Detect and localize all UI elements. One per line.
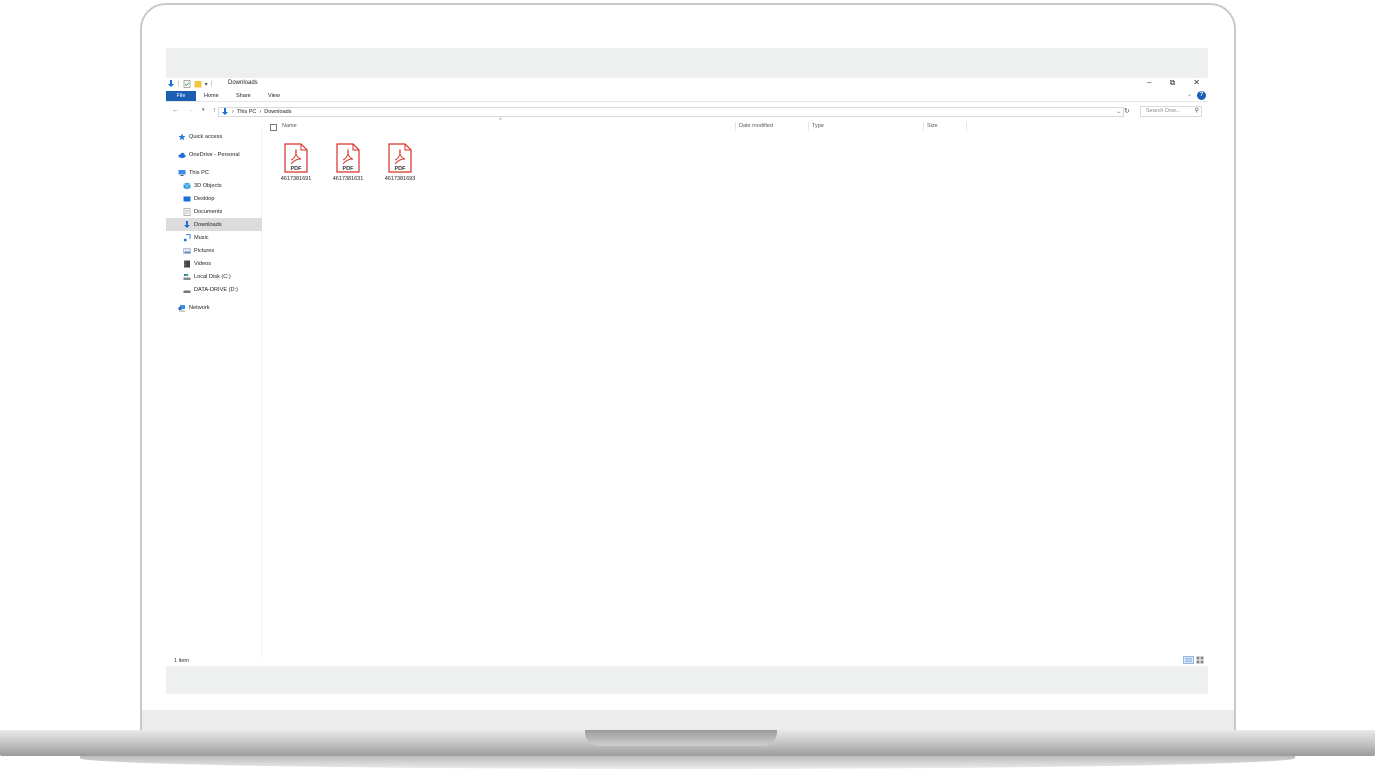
tab-share[interactable]: Share [236,91,251,101]
breadcrumb-downloads[interactable]: Downloads [264,109,291,115]
file-item[interactable]: PDF 4617381691 [271,143,321,182]
sidebar-item-documents[interactable]: Documents [166,205,262,218]
column-divider[interactable] [966,122,967,131]
back-arrow-icon[interactable]: ← [172,107,179,114]
file-name: 4617381693 [384,176,416,182]
star-icon [178,133,186,140]
cube-icon [183,182,191,189]
quick-access-toolbar: | ▾ | [167,80,212,88]
breadcrumb-this-pc[interactable]: This PC [237,109,257,115]
cloud-icon [178,152,186,158]
sidebar-item-pictures[interactable]: Pictures [166,244,262,257]
address-bar-row: ← → ▾ ↑ › This PC › Downloads ⌄ ↻ Search… [166,106,1208,118]
navigation-pane: Quick access OneDrive - Personal This PC… [166,130,262,658]
sidebar-item-3d-objects[interactable]: 3D Objects [166,179,262,192]
ribbon: File Home Share View ⌄ ? [166,91,1208,102]
close-button[interactable]: ✕ [1193,78,1200,88]
sidebar-item-music[interactable]: Music [166,231,262,244]
picture-icon [183,247,191,254]
large-icons-view-icon[interactable] [1196,656,1204,664]
video-icon [184,260,190,267]
restore-button[interactable]: ⧉ [1170,78,1176,88]
toolbar-divider: | [178,81,180,87]
recent-locations-icon[interactable]: ▾ [202,107,205,114]
laptop-bezel [142,710,1234,730]
item-count: 1 item [174,658,189,664]
breadcrumb-separator: › [232,109,234,115]
drive-icon [183,290,191,293]
pdf-badge: PDF [291,166,303,172]
refresh-icon[interactable]: ↻ [1124,107,1130,115]
tab-file[interactable]: File [166,91,196,101]
download-icon [184,220,190,228]
file-name: 4617381631 [332,176,364,182]
folder-icon[interactable] [194,80,202,88]
title-bar: | ▾ | Downloads – ⧉ ✕ [166,78,1208,90]
sidebar-item-quick-access[interactable]: Quick access [166,130,262,143]
view-toggle [1183,656,1204,664]
breadcrumb-separator: › [259,109,262,115]
column-header-name[interactable]: Name [282,123,297,129]
column-divider[interactable] [735,122,736,131]
sidebar-item-local-disk[interactable]: Local Disk (C:) [166,270,262,283]
sidebar-item-desktop[interactable]: Desktop [166,192,262,205]
sidebar-item-network[interactable]: Network [166,301,262,314]
document-icon [183,207,191,216]
pdf-badge: PDF [343,166,355,172]
pdf-file-icon: PDF [336,143,360,173]
file-list: ^ Name Date modified Type Size PDF 46173… [263,118,1208,658]
pdf-badge: PDF [395,166,407,172]
minimize-button[interactable]: – [1147,78,1151,88]
properties-icon[interactable] [183,80,191,88]
navigation-buttons: ← → ▾ ↑ [172,107,216,114]
disk-icon [183,273,191,280]
search-placeholder: Search Dow... [1146,108,1181,114]
status-bar: 1 item [166,656,1208,666]
sidebar-item-data-drive[interactable]: DATA-DRIVE (D:) [166,283,262,296]
download-icon[interactable] [167,80,175,88]
column-header-date-modified[interactable]: Date modified [739,123,773,129]
search-input[interactable]: Search Dow... ⚲ [1140,106,1202,117]
screen-bottom-strip [166,666,1208,694]
select-all-checkbox[interactable] [270,124,277,131]
forward-arrow-icon[interactable]: → [187,107,194,114]
search-icon[interactable]: ⚲ [1195,107,1199,116]
file-item[interactable]: PDF 4617381631 [323,143,373,182]
expand-ribbon-icon[interactable]: ⌄ [1187,91,1192,98]
laptop-base-shadow [80,756,1295,769]
address-dropdown-icon[interactable]: ⌄ [1116,109,1121,115]
details-view-icon[interactable] [1183,656,1194,664]
customize-toolbar-icon[interactable]: ▾ [205,81,208,88]
music-icon [183,233,191,241]
column-divider[interactable] [808,122,809,131]
sort-ascending-icon: ^ [499,118,502,124]
window-controls: – ⧉ ✕ [1147,78,1200,88]
download-icon [222,108,228,115]
screen-top-strip [166,48,1208,78]
desktop-icon [183,196,191,201]
column-divider[interactable] [923,122,924,131]
tab-home[interactable]: Home [204,91,219,101]
window-title: Downloads [228,80,258,86]
address-input[interactable]: › This PC › Downloads ⌄ [218,107,1124,117]
laptop-screen: | ▾ | Downloads – ⧉ ✕ File Home Share Vi… [166,48,1208,694]
file-item[interactable]: PDF 4617381693 [375,143,425,182]
laptop-notch [585,730,777,746]
sidebar-item-downloads[interactable]: Downloads [166,218,262,231]
up-arrow-icon[interactable]: ↑ [213,107,217,114]
network-icon [178,304,185,311]
column-header-size[interactable]: Size [927,123,938,129]
file-name: 4617381691 [280,176,312,182]
computer-icon [178,169,186,176]
pdf-file-icon: PDF [284,143,308,173]
column-header-type[interactable]: Type [812,123,824,129]
sidebar-item-videos[interactable]: Videos [166,257,262,270]
sidebar-item-onedrive[interactable]: OneDrive - Personal [166,148,262,161]
help-button[interactable]: ? [1197,91,1206,100]
pdf-file-icon: PDF [388,143,412,173]
tab-view[interactable]: View [268,91,280,101]
toolbar-divider: | [210,81,213,87]
sidebar-item-this-pc[interactable]: This PC [166,166,262,179]
